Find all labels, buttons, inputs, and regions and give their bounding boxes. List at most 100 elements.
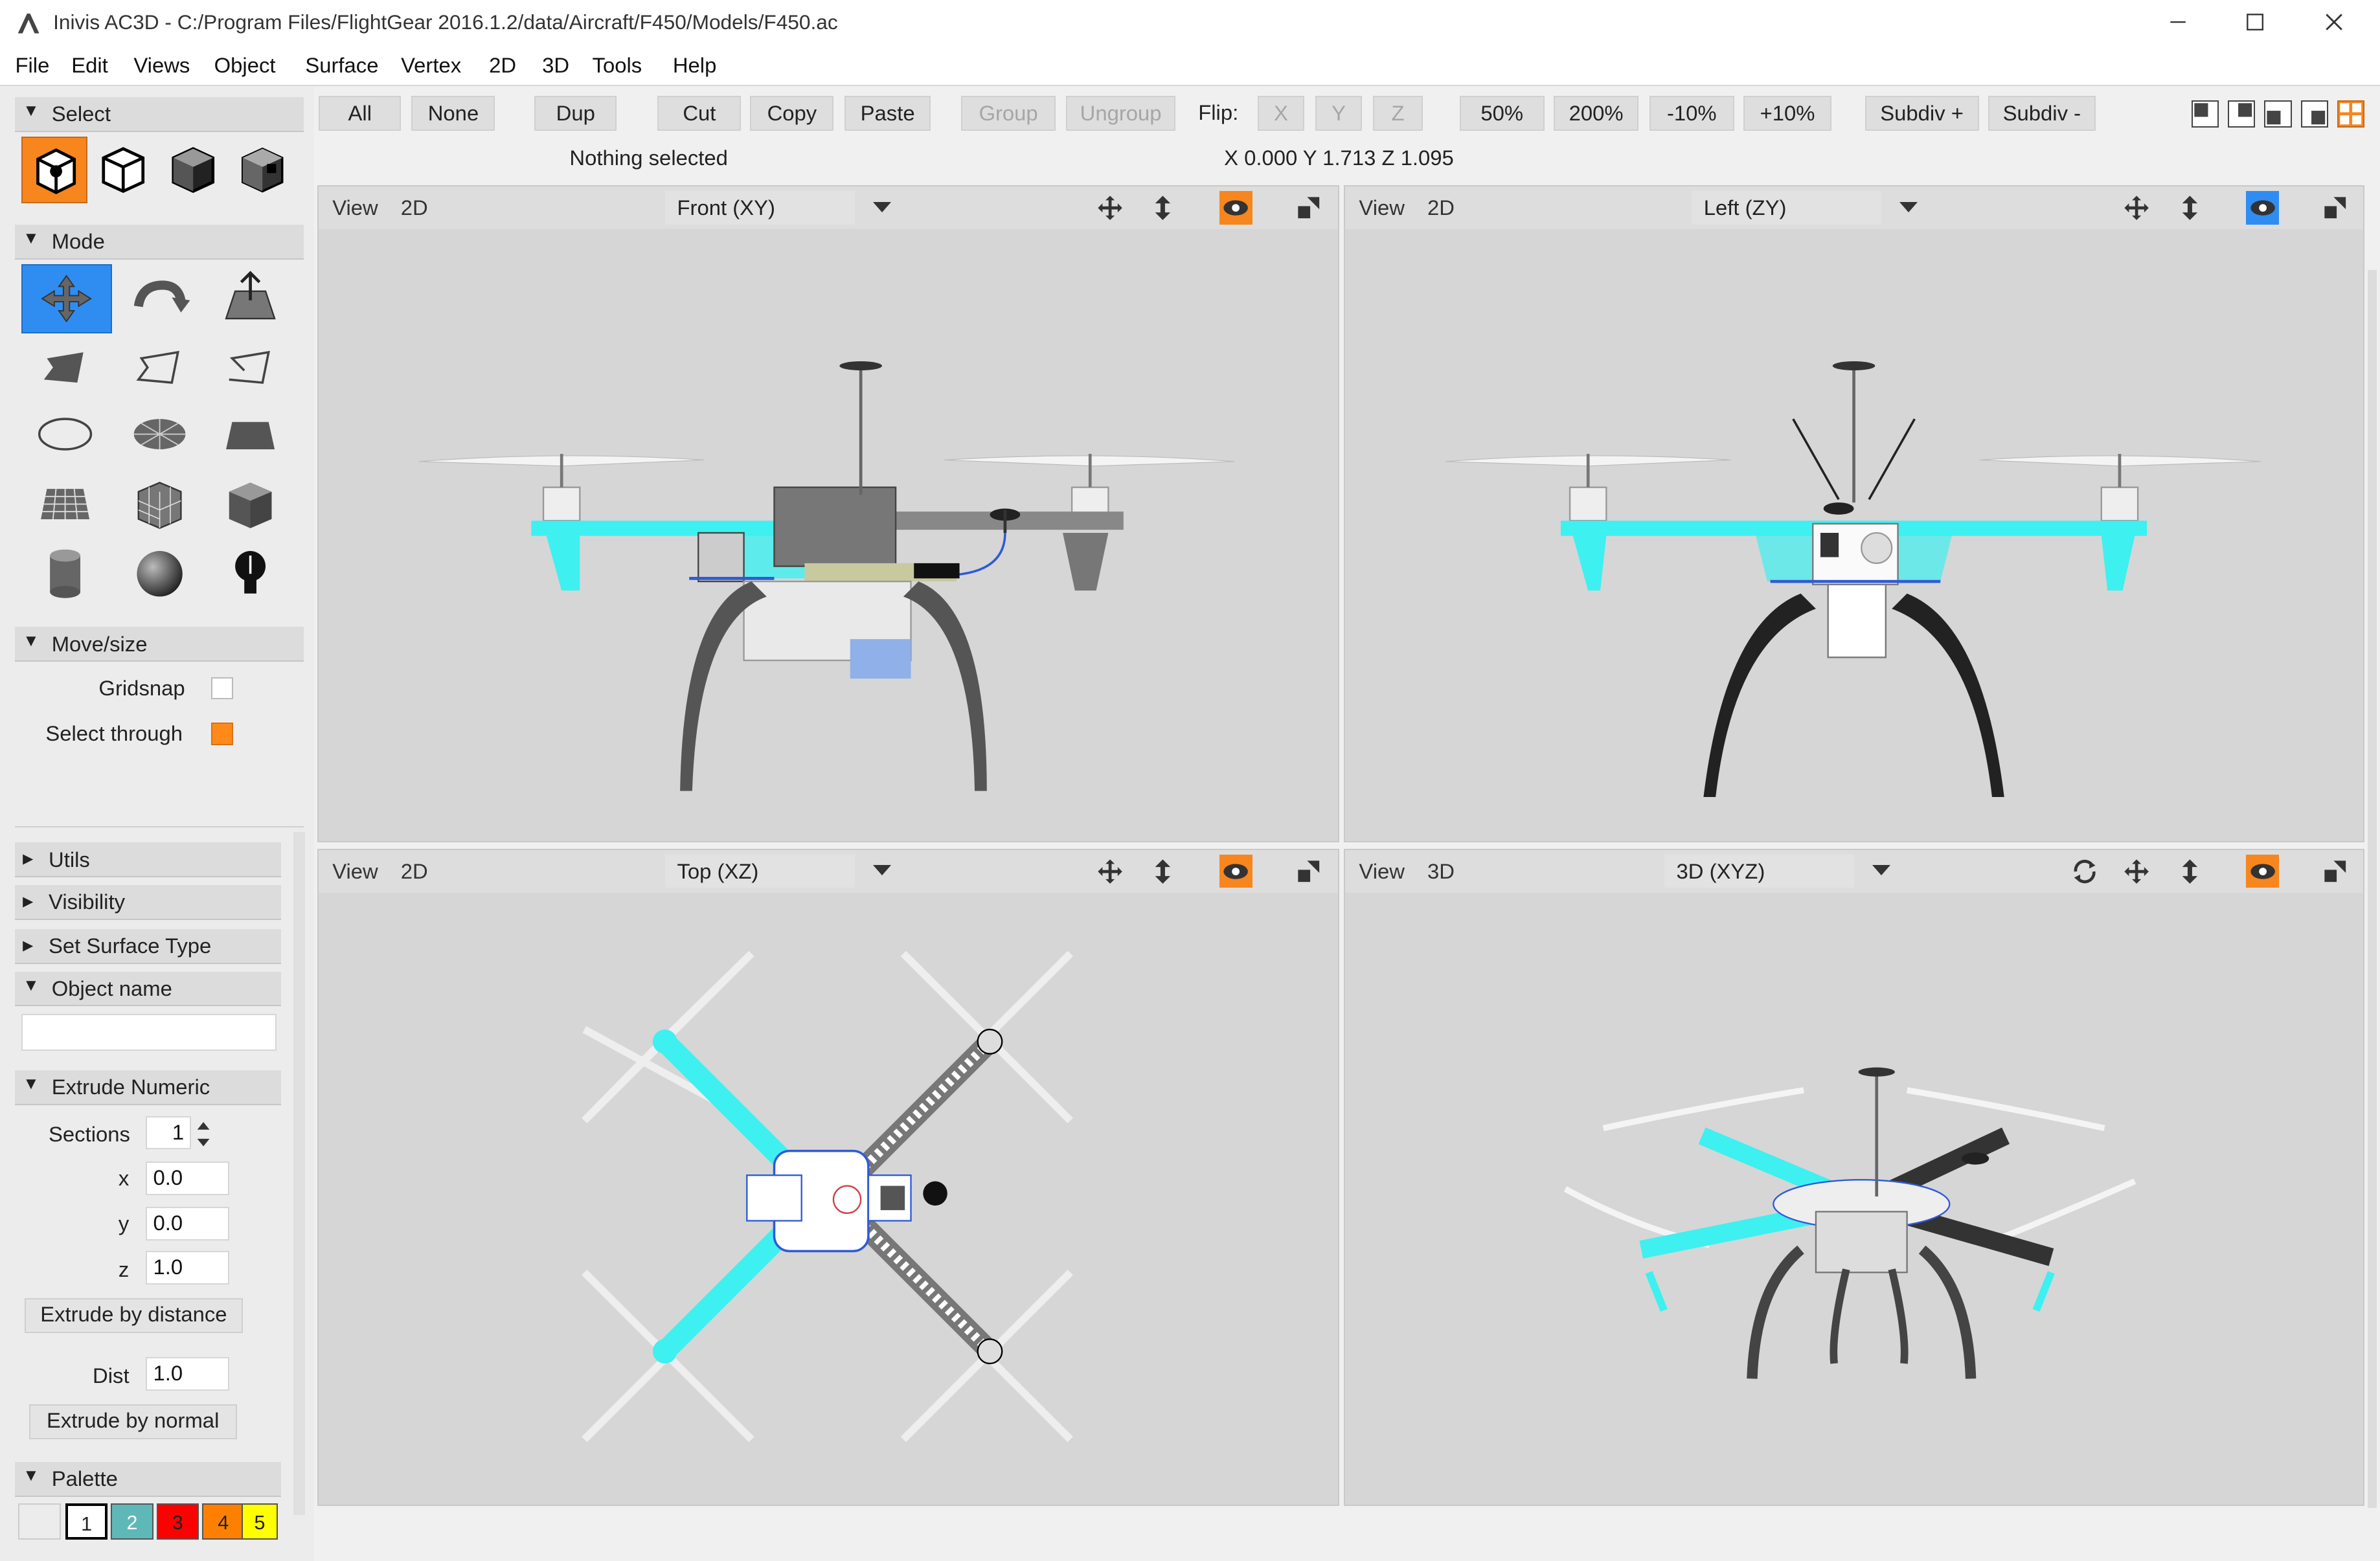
cut-button[interactable]: Cut <box>657 95 742 131</box>
layout-quad-button[interactable] <box>2337 100 2365 128</box>
menu-file[interactable]: File <box>15 53 49 78</box>
gridsnap-checkbox[interactable] <box>210 677 234 700</box>
select-through-checkbox[interactable] <box>210 723 234 745</box>
palette-swatch-4[interactable]: 4 <box>201 1503 245 1540</box>
scale-50-button[interactable]: 50% <box>1459 95 1545 131</box>
minimize-button[interactable] <box>2143 5 2213 41</box>
visibility-toggle-button[interactable] <box>2245 191 2280 225</box>
projection-select[interactable]: Front (XY) <box>664 191 892 225</box>
select-group-mode-button[interactable] <box>231 137 294 200</box>
extrude-section-header[interactable]: ▼ Extrude Numeric <box>15 1070 281 1105</box>
flip-z-button[interactable]: Z <box>1372 95 1423 131</box>
menu-edit[interactable]: Edit <box>71 53 108 78</box>
utils-section-header[interactable]: ▶ Utils <box>15 842 281 878</box>
palette-section-header[interactable]: ▼ Palette <box>15 1462 281 1497</box>
palette-swatch-5[interactable]: 5 <box>241 1503 278 1540</box>
palette-swatch-1[interactable]: 1 <box>65 1503 108 1540</box>
visibility-toggle-button[interactable] <box>1219 854 1253 888</box>
ellipse-button[interactable] <box>21 401 109 467</box>
extrude-by-normal-button[interactable]: Extrude by normal <box>28 1404 237 1440</box>
visibility-section-header[interactable]: ▶ Visibility <box>15 885 281 920</box>
palette-swatch-3[interactable]: 3 <box>156 1503 199 1540</box>
zoom-view-button[interactable] <box>1146 191 1180 225</box>
scale-plus10-button[interactable]: +10% <box>1743 95 1832 131</box>
view-menu[interactable]: View <box>1359 859 1405 884</box>
menu-object[interactable]: Object <box>214 53 276 78</box>
box-grid-button[interactable] <box>115 471 203 537</box>
menu-tools[interactable]: Tools <box>593 53 642 78</box>
menu-vertex[interactable]: Vertex <box>401 53 461 78</box>
view-mode-toggle[interactable]: 2D <box>1427 196 1455 220</box>
select-section-header[interactable]: ▼ Select <box>15 97 304 132</box>
polyline-button[interactable] <box>207 334 295 401</box>
select-none-button[interactable]: None <box>411 95 495 131</box>
pan-view-button[interactable] <box>1093 191 1127 225</box>
light-button[interactable] <box>207 541 295 607</box>
viewport-left[interactable]: View 2D Left (ZY) <box>1344 185 2365 843</box>
mode-section-header[interactable]: ▼ Mode <box>15 225 304 260</box>
menu-2d[interactable]: 2D <box>489 53 516 78</box>
select-vertex-mode-button[interactable] <box>21 137 88 203</box>
menu-3d[interactable]: 3D <box>542 53 569 78</box>
x-input[interactable]: 0.0 <box>146 1161 230 1195</box>
scale-minus10-button[interactable]: -10% <box>1649 95 1734 131</box>
zoom-view-button[interactable] <box>2173 191 2206 225</box>
viewport-front[interactable]: View 2D Front (XY) <box>317 185 1340 843</box>
box-button[interactable] <box>207 471 295 537</box>
pan-view-button[interactable] <box>1093 855 1127 888</box>
movesize-section-header[interactable]: ▼ Move/size <box>15 627 304 662</box>
paste-button[interactable]: Paste <box>844 95 931 131</box>
projection-select[interactable]: 3D (XYZ) <box>1664 854 1891 888</box>
select-all-button[interactable]: All <box>319 95 402 131</box>
projection-select[interactable]: Top (XZ) <box>664 854 892 888</box>
grid-mesh-button[interactable] <box>21 471 109 537</box>
flip-x-button[interactable]: X <box>1257 95 1305 131</box>
duplicate-button[interactable]: Dup <box>534 95 617 131</box>
maximize-view-button[interactable] <box>1292 191 1326 225</box>
pan-view-button[interactable] <box>2120 855 2153 888</box>
subdiv-minus-button[interactable]: Subdiv - <box>1988 95 2096 131</box>
maximize-view-button[interactable] <box>2318 191 2352 225</box>
left-panel-scrollbar[interactable] <box>293 832 306 1516</box>
close-button[interactable] <box>2299 5 2369 41</box>
maximize-view-button[interactable] <box>2318 855 2352 888</box>
y-input[interactable]: 0.0 <box>146 1207 230 1241</box>
palette-swatch-2[interactable]: 2 <box>111 1503 153 1540</box>
projection-select[interactable]: Left (ZY) <box>1691 191 1918 225</box>
pan-view-button[interactable] <box>2120 191 2153 225</box>
rotate-mode-button[interactable] <box>115 264 203 331</box>
palette-swatch-0[interactable] <box>18 1503 61 1540</box>
maximize-view-button[interactable] <box>1292 855 1326 888</box>
move-mode-button[interactable] <box>21 264 112 334</box>
menu-views[interactable]: Views <box>133 53 190 78</box>
group-button[interactable]: Group <box>961 95 1056 131</box>
polygon-filled-button[interactable] <box>21 334 109 401</box>
maximize-button[interactable] <box>2220 5 2290 41</box>
view-mode-toggle[interactable]: 2D <box>401 196 428 220</box>
z-input[interactable]: 1.0 <box>146 1251 230 1285</box>
disk-button[interactable] <box>115 401 203 467</box>
object-name-section-header[interactable]: ▼ Object name <box>15 971 281 1007</box>
visibility-toggle-button[interactable] <box>2245 854 2280 888</box>
subdiv-plus-button[interactable]: Subdiv + <box>1864 95 1979 131</box>
layout-topright-button[interactable] <box>2228 100 2256 128</box>
surface-type-section-header[interactable]: ▶ Set Surface Type <box>15 929 281 964</box>
zoom-view-button[interactable] <box>1146 855 1180 888</box>
select-surface-mode-button[interactable] <box>161 137 225 200</box>
viewport-3d[interactable]: View 3D 3D (XYZ) <box>1344 848 2365 1507</box>
view-mode-toggle[interactable]: 2D <box>401 859 428 884</box>
cylinder-button[interactable] <box>21 541 109 607</box>
layout-bottomright-button[interactable] <box>2300 100 2328 128</box>
scale-200-button[interactable]: 200% <box>1553 95 1639 131</box>
sections-spinner[interactable] <box>194 1117 212 1151</box>
menu-help[interactable]: Help <box>673 53 717 78</box>
viewport-top[interactable]: View 2D Top (XZ) <box>317 848 1340 1507</box>
dist-input[interactable]: 1.0 <box>146 1357 230 1391</box>
layout-bottomleft-button[interactable] <box>2264 100 2292 128</box>
view-menu[interactable]: View <box>1359 196 1405 220</box>
polygon-outline-button[interactable] <box>115 334 203 401</box>
sections-input[interactable]: 1 <box>146 1116 192 1150</box>
zoom-view-button[interactable] <box>2173 855 2206 888</box>
visibility-toggle-button[interactable] <box>1219 191 1253 225</box>
viewport-scrollbar[interactable] <box>2367 270 2377 1508</box>
